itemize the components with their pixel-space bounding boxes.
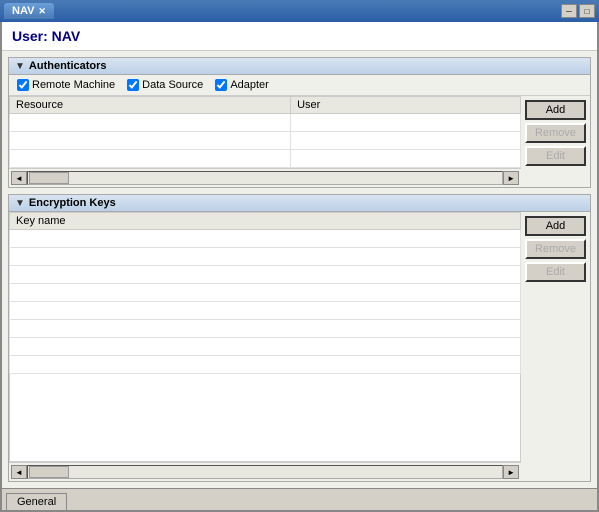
general-tab[interactable]: General <box>6 493 67 510</box>
enc-body: Key name <box>9 212 521 481</box>
auth-buttons: Add Remove Edit <box>521 96 590 187</box>
enc-row8 <box>10 356 521 374</box>
adapter-label: Adapter <box>230 79 269 91</box>
remote-machine-checkbox-item[interactable]: Remote Machine <box>17 79 115 91</box>
enc-row3 <box>10 266 521 284</box>
auth-col-user: User <box>291 97 521 114</box>
enc-edit-button[interactable]: Edit <box>525 262 586 282</box>
auth-scroll-right-icon[interactable]: ► <box>503 171 519 185</box>
encryption-title: Encryption Keys <box>29 197 116 209</box>
auth-table: Resource User <box>9 96 521 168</box>
enc-scroll-right-icon[interactable]: ► <box>503 465 519 479</box>
enc-empty-space <box>9 374 521 462</box>
main-window: User: NAV ▼ Authenticators Remote Machin… <box>0 22 599 512</box>
auth-scroll-left-icon[interactable]: ◄ <box>11 171 27 185</box>
table-row[interactable] <box>10 338 521 356</box>
enc-row6 <box>10 320 521 338</box>
auth-remove-button[interactable]: Remove <box>525 123 586 143</box>
content-area: ▼ Authenticators Remote Machine Data Sou… <box>2 51 597 488</box>
authenticators-header: ▼ Authenticators <box>9 58 590 75</box>
title-bar-buttons: ─ □ <box>561 4 595 18</box>
auth-row3-user <box>291 150 521 168</box>
encryption-collapse-icon[interactable]: ▼ <box>15 198 25 209</box>
enc-row7 <box>10 338 521 356</box>
enc-add-button[interactable]: Add <box>525 216 586 236</box>
enc-scrollbar-track[interactable] <box>27 465 503 479</box>
auth-col-resource: Resource <box>10 97 291 114</box>
table-row[interactable] <box>10 356 521 374</box>
title-tab[interactable]: NAV ✕ <box>4 3 54 19</box>
auth-row1-user <box>291 114 521 132</box>
adapter-checkbox[interactable] <box>215 79 227 91</box>
authenticators-collapse-icon[interactable]: ▼ <box>15 61 25 72</box>
title-bar: NAV ✕ ─ □ <box>0 0 599 22</box>
tab-close-icon[interactable]: ✕ <box>38 6 46 17</box>
table-row[interactable] <box>10 114 521 132</box>
enc-scroll-left-icon[interactable]: ◄ <box>11 465 27 479</box>
table-row[interactable] <box>10 132 521 150</box>
auth-scrollbar-thumb[interactable] <box>29 172 69 184</box>
remote-machine-label: Remote Machine <box>32 79 115 91</box>
table-row[interactable] <box>10 150 521 168</box>
enc-table-container: Key name <box>9 212 590 481</box>
table-row[interactable] <box>10 320 521 338</box>
data-source-checkbox[interactable] <box>127 79 139 91</box>
auth-row1-resource <box>10 114 291 132</box>
auth-row2-user <box>291 132 521 150</box>
enc-scrollbar-thumb[interactable] <box>29 466 69 478</box>
enc-row2 <box>10 248 521 266</box>
checkboxes-row: Remote Machine Data Source Adapter <box>9 75 590 95</box>
authenticators-title: Authenticators <box>29 60 107 72</box>
encryption-keys-header: ▼ Encryption Keys <box>9 195 590 212</box>
auth-scrollbar[interactable]: ◄ ► <box>9 168 521 187</box>
data-source-checkbox-item[interactable]: Data Source <box>127 79 203 91</box>
auth-table-container: Resource User <box>9 95 590 187</box>
enc-row4 <box>10 284 521 302</box>
title-tab-label: NAV <box>12 5 34 17</box>
auth-row3-resource <box>10 150 291 168</box>
enc-buttons: Add Remove Edit <box>521 212 590 481</box>
enc-col-keyname: Key name <box>10 213 521 230</box>
data-source-label: Data Source <box>142 79 203 91</box>
auth-scrollbar-track[interactable] <box>27 171 503 185</box>
auth-add-button[interactable]: Add <box>525 100 586 120</box>
encryption-keys-panel: ▼ Encryption Keys Key name <box>8 194 591 482</box>
table-row[interactable] <box>10 248 521 266</box>
enc-row5 <box>10 302 521 320</box>
table-row[interactable] <box>10 284 521 302</box>
maximize-button[interactable]: □ <box>579 4 595 18</box>
enc-remove-button[interactable]: Remove <box>525 239 586 259</box>
remote-machine-checkbox[interactable] <box>17 79 29 91</box>
bottom-tab-bar: General <box>2 488 597 510</box>
enc-row1 <box>10 230 521 248</box>
auth-edit-button[interactable]: Edit <box>525 146 586 166</box>
table-row[interactable] <box>10 302 521 320</box>
table-row[interactable] <box>10 266 521 284</box>
page-title: User: NAV <box>2 22 597 51</box>
authenticators-panel: ▼ Authenticators Remote Machine Data Sou… <box>8 57 591 188</box>
enc-table: Key name <box>9 212 521 374</box>
table-row[interactable] <box>10 230 521 248</box>
minimize-button[interactable]: ─ <box>561 4 577 18</box>
adapter-checkbox-item[interactable]: Adapter <box>215 79 269 91</box>
enc-scrollbar[interactable]: ◄ ► <box>9 462 521 481</box>
auth-row2-resource <box>10 132 291 150</box>
